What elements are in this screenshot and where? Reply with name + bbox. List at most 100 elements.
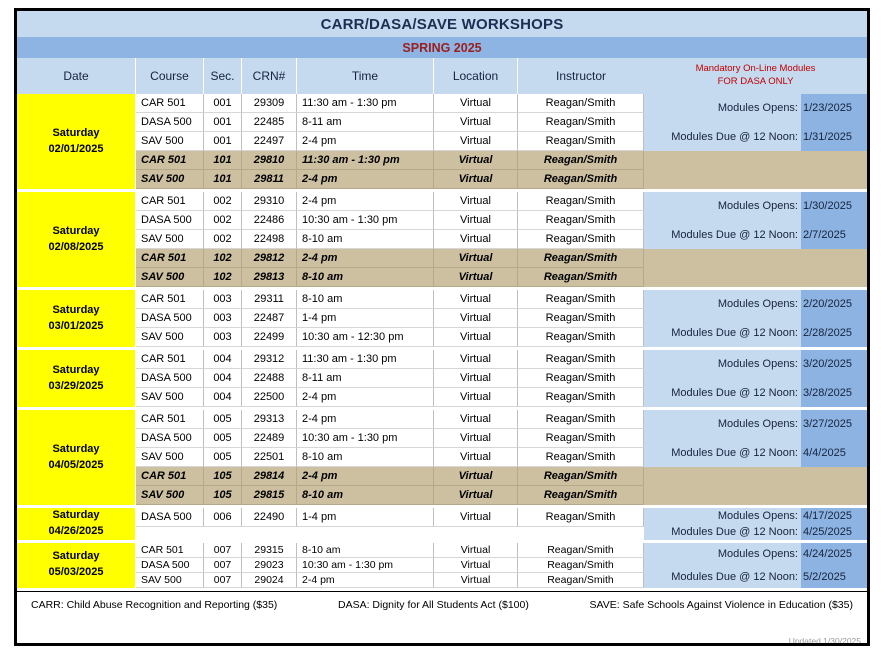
column-header-course: Course <box>136 58 204 94</box>
cell-location: Virtual <box>434 192 518 211</box>
column-header-sec: Sec. <box>204 58 242 94</box>
cell-time: 2-4 pm <box>297 572 434 588</box>
modules-opens-date: 1/23/2025 <box>801 94 867 123</box>
footer-legend: CARR: Child Abuse Recognition and Report… <box>17 590 867 619</box>
cell-crn: 22501 <box>242 448 297 467</box>
updated-stamp: Updated 1/30/2025 <box>788 636 861 646</box>
modules-opens-label: Modules Opens: <box>644 542 801 566</box>
cell-time: 1-4 pm <box>297 508 434 527</box>
cell-location: Virtual <box>434 249 518 268</box>
modules-blank-filler <box>644 151 867 189</box>
modules-due-date: 2/28/2025 <box>801 318 867 347</box>
cell-course: DASA 500 <box>136 309 204 328</box>
cell-course: SAV 500 <box>136 388 204 407</box>
cell-time: 8-10 am <box>297 542 434 558</box>
cell-sec: 001 <box>204 113 242 132</box>
cell-crn: 22499 <box>242 328 297 347</box>
group-date: 02/08/2025 <box>48 240 104 253</box>
group-date: 03/01/2025 <box>48 319 104 332</box>
cell-crn: 29814 <box>242 467 297 486</box>
cell-crn: 29024 <box>242 572 297 588</box>
group-day: Saturday <box>52 224 100 237</box>
group-day: Saturday <box>52 126 100 139</box>
cell-time: 2-4 pm <box>297 170 434 189</box>
modules-due-date: 4/25/2025 <box>801 523 867 540</box>
cell-course: CAR 501 <box>136 350 204 369</box>
cell-instructor: Reagan/Smith <box>518 350 644 369</box>
cell-time: 8-10 am <box>297 230 434 249</box>
cell-instructor: Reagan/Smith <box>518 369 644 388</box>
group-day: Saturday <box>52 303 100 316</box>
modules-dates-block: Modules Opens: 1/23/2025 Modules Due @ 12 … <box>644 94 867 151</box>
cell-time: 10:30 am - 1:30 pm <box>297 429 434 448</box>
modules-opens-date: 4/24/2025 <box>801 542 867 566</box>
modules-opens-date: 2/20/2025 <box>801 290 867 319</box>
group-date-cell: Saturday 03/01/2025 <box>17 290 136 347</box>
cell-course: SAV 500 <box>136 170 204 189</box>
group-day: Saturday <box>52 509 100 521</box>
cell-sec: 002 <box>204 192 242 211</box>
modules-dates-block: Modules Opens: 4/17/2025 Modules Due @ 12 … <box>644 508 867 540</box>
modules-opens-label: Modules Opens: <box>644 192 801 221</box>
column-header-date: Date <box>17 58 136 94</box>
cell-instructor: Reagan/Smith <box>518 388 644 407</box>
cell-instructor: Reagan/Smith <box>518 211 644 230</box>
schedule-group: Saturday 05/03/2025 CAR 501 007 29315 8-10 am… <box>17 542 867 588</box>
cell-sec: 004 <box>204 350 242 369</box>
cell-sec: 003 <box>204 309 242 328</box>
cell-course: DASA 500 <box>136 369 204 388</box>
modules-due-label: Modules Due @ 12 Noon: <box>644 318 801 347</box>
cell-location: Virtual <box>434 309 518 328</box>
cell-sec: 002 <box>204 230 242 249</box>
modules-opens-date: 1/30/2025 <box>801 192 867 221</box>
cell-time: 8-10 am <box>297 290 434 309</box>
modules-due-date: 3/28/2025 <box>801 378 867 407</box>
group-day: Saturday <box>52 363 100 376</box>
modules-header-line2: FOR DASA ONLY <box>717 76 794 87</box>
cell-crn: 22489 <box>242 429 297 448</box>
cell-course: SAV 500 <box>136 268 204 287</box>
cell-sec: 002 <box>204 211 242 230</box>
cell-instructor: Reagan/Smith <box>518 151 644 170</box>
modules-due-label: Modules Due @ 12 Noon: <box>644 523 801 540</box>
cell-instructor: Reagan/Smith <box>518 542 644 558</box>
cell-sec: 007 <box>204 572 242 588</box>
cell-crn: 22487 <box>242 309 297 328</box>
group-date: 04/26/2025 <box>48 524 104 537</box>
cell-sec: 101 <box>204 151 242 170</box>
cell-location: Virtual <box>434 211 518 230</box>
cell-course: CAR 501 <box>136 94 204 113</box>
group-date: 05/03/2025 <box>48 566 104 579</box>
group-date-cell: Saturday 02/08/2025 <box>17 192 136 287</box>
cell-course: DASA 500 <box>136 113 204 132</box>
cell-location: Virtual <box>434 557 518 573</box>
schedule-table: CARR/DASA/SAVE WORKSHOPS SPRING 2025 Dat… <box>17 11 867 619</box>
modules-due-label: Modules Due @ 12 Noon: <box>644 438 801 467</box>
column-header-location: Location <box>434 58 518 94</box>
cell-instructor: Reagan/Smith <box>518 113 644 132</box>
cell-time: 11:30 am - 1:30 pm <box>297 350 434 369</box>
cell-time: 2-4 pm <box>297 192 434 211</box>
cell-instructor: Reagan/Smith <box>518 429 644 448</box>
schedule-group: Saturday 02/01/2025 CAR 501 001 29309 11:30 a… <box>17 94 867 189</box>
schedule-group: Saturday 04/05/2025 CAR 501 005 29313 2-4 pm V… <box>17 410 867 505</box>
cell-instructor: Reagan/Smith <box>518 328 644 347</box>
cell-location: Virtual <box>434 230 518 249</box>
cell-course: CAR 501 <box>136 151 204 170</box>
cell-sec: 001 <box>204 132 242 151</box>
cell-instructor: Reagan/Smith <box>518 572 644 588</box>
cell-sec: 005 <box>204 429 242 448</box>
modules-header-line1: Mandatory On-Line Modules <box>695 63 816 75</box>
page-title: CARR/DASA/SAVE WORKSHOPS <box>17 11 867 37</box>
modules-due-label: Modules Due @ 12 Noon: <box>644 122 801 151</box>
cell-time: 8-11 am <box>297 369 434 388</box>
cell-sec: 105 <box>204 467 242 486</box>
cell-location: Virtual <box>434 369 518 388</box>
cell-crn: 22500 <box>242 388 297 407</box>
cell-location: Virtual <box>434 328 518 347</box>
column-header-modules: Mandatory On-Line Modules FOR DASA ONLY <box>644 58 867 94</box>
cell-sec: 102 <box>204 249 242 268</box>
cell-sec: 003 <box>204 328 242 347</box>
cell-course: SAV 500 <box>136 328 204 347</box>
cell-crn: 29309 <box>242 94 297 113</box>
